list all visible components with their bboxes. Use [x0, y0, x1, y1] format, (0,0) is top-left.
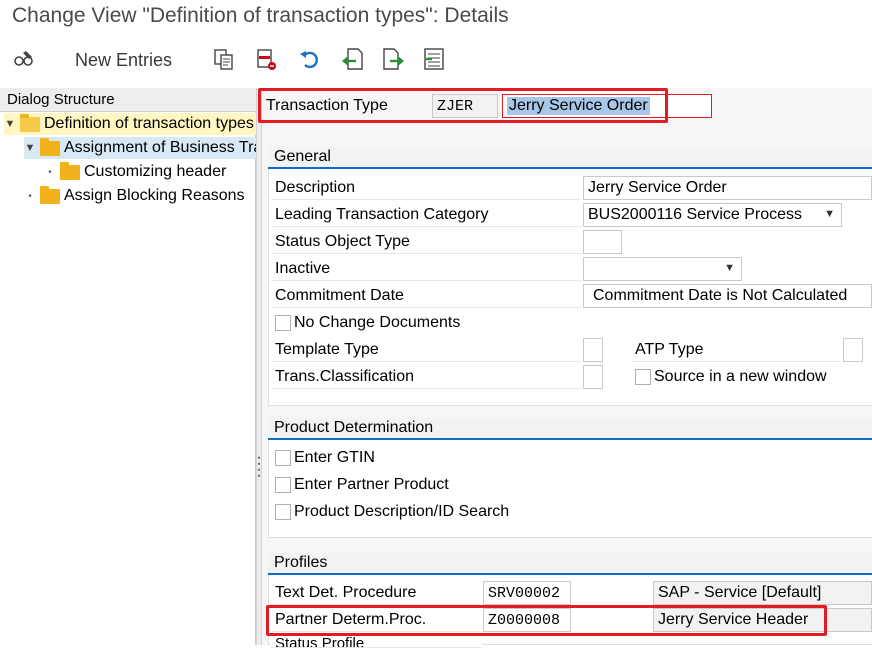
enter-partner-product-label: Enter Partner Product — [294, 476, 449, 493]
display-change-icon[interactable] — [10, 45, 38, 73]
open-folder-icon — [20, 113, 40, 132]
bullet-icon: • — [28, 190, 32, 202]
tree-item-assign-blocking-reasons[interactable]: • Assign Blocking Reasons — [24, 185, 256, 207]
chevron-down-icon[interactable]: ▼ — [24, 142, 36, 154]
no-change-documents-label: No Change Documents — [294, 314, 461, 331]
description-field[interactable]: Jerry Service Order — [583, 176, 872, 200]
status-object-type-field[interactable] — [583, 230, 622, 254]
template-type-field[interactable] — [583, 338, 603, 362]
inactive-select[interactable]: ▼ — [583, 257, 742, 281]
partner-determ-proc-field[interactable]: Z0000008 — [483, 608, 571, 632]
undo-icon[interactable] — [296, 45, 324, 73]
enter-gtin-label: Enter GTIN — [294, 449, 375, 466]
chevron-down-icon[interactable]: ▼ — [824, 208, 835, 220]
text-det-procedure-desc: SAP - Service [Default] — [653, 581, 872, 605]
tree-item-customizing-header[interactable]: • Customizing header — [44, 161, 256, 183]
leading-category-select[interactable]: BUS2000116 Service Process ▼ — [583, 203, 842, 227]
enter-gtin-checkbox[interactable] — [275, 450, 291, 466]
text-det-procedure-label: Text Det. Procedure — [271, 581, 481, 605]
no-change-documents-checkbox[interactable] — [275, 315, 291, 331]
source-new-window-label: Source in a new window — [654, 368, 827, 385]
window-title: Change View "Definition of transaction t… — [12, 4, 509, 27]
select-all-icon[interactable] — [420, 45, 448, 73]
product-desc-search-label: Product Description/ID Search — [294, 503, 510, 520]
leading-category-label: Leading Transaction Category — [271, 203, 581, 227]
bullet-icon: • — [48, 166, 52, 178]
dialog-structure-title: Dialog Structure — [7, 91, 115, 108]
atp-type-label: ATP Type — [631, 338, 839, 362]
general-section-title: General — [268, 147, 872, 169]
new-entries-button[interactable]: New Entries — [75, 50, 172, 71]
status-profile-label: Status Profile — [271, 636, 481, 648]
source-new-window-checkbox[interactable] — [635, 369, 651, 385]
transaction-type-code-field: ZJER — [432, 94, 498, 118]
transaction-type-label: Transaction Type — [262, 94, 432, 118]
commitment-date-label: Commitment Date — [271, 284, 581, 308]
copy-icon[interactable] — [210, 45, 238, 73]
template-type-label: Template Type — [271, 338, 581, 362]
leading-category-value: BUS2000116 Service Process — [588, 206, 803, 223]
tree-item-label: Customizing header — [84, 163, 227, 180]
partner-determ-proc-label: Partner Determ.Proc. — [271, 608, 481, 632]
folder-icon — [60, 161, 80, 180]
next-entry-icon[interactable] — [380, 45, 408, 73]
tree-item-label: Assign Blocking Reasons — [64, 187, 245, 204]
tree-item-assignment-of-business-transaction-categories[interactable]: ▼ Assignment of Business Transaction Cat… — [24, 137, 256, 159]
trans-classification-field[interactable] — [583, 365, 603, 389]
commitment-date-select[interactable]: Commitment Date is Not Calculated — [583, 284, 872, 308]
chevron-down-icon[interactable]: ▼ — [724, 262, 735, 274]
tree-item-label: Assignment of Business Transaction Categ… — [64, 139, 256, 156]
profiles-title: Profiles — [268, 553, 872, 575]
enter-partner-product-checkbox[interactable] — [275, 477, 291, 493]
selected-text: Jerry Service Order — [507, 97, 650, 115]
trans-classification-label: Trans.Classification — [271, 365, 581, 389]
tree-item-definition-of-transaction-types[interactable]: ▼ Definition of transaction types — [4, 113, 256, 135]
folder-icon — [40, 137, 60, 156]
product-determination-title: Product Determination — [268, 418, 872, 440]
description-label: Description — [271, 176, 581, 200]
partner-determ-proc-desc: Jerry Service Header — [653, 608, 872, 632]
previous-entry-icon[interactable] — [338, 45, 366, 73]
chevron-down-icon[interactable]: ▼ — [4, 118, 16, 130]
tree-item-label: Definition of transaction types — [44, 115, 254, 132]
atp-type-field[interactable] — [843, 338, 863, 362]
status-object-type-label: Status Object Type — [271, 230, 581, 254]
transaction-type-name-field[interactable]: Jerry Service Order — [502, 94, 712, 118]
folder-icon — [40, 185, 60, 204]
inactive-label: Inactive — [271, 257, 581, 281]
product-desc-search-checkbox[interactable] — [275, 504, 291, 520]
text-det-procedure-field[interactable]: SRV00002 — [483, 581, 571, 605]
delete-icon[interactable] — [252, 45, 280, 73]
